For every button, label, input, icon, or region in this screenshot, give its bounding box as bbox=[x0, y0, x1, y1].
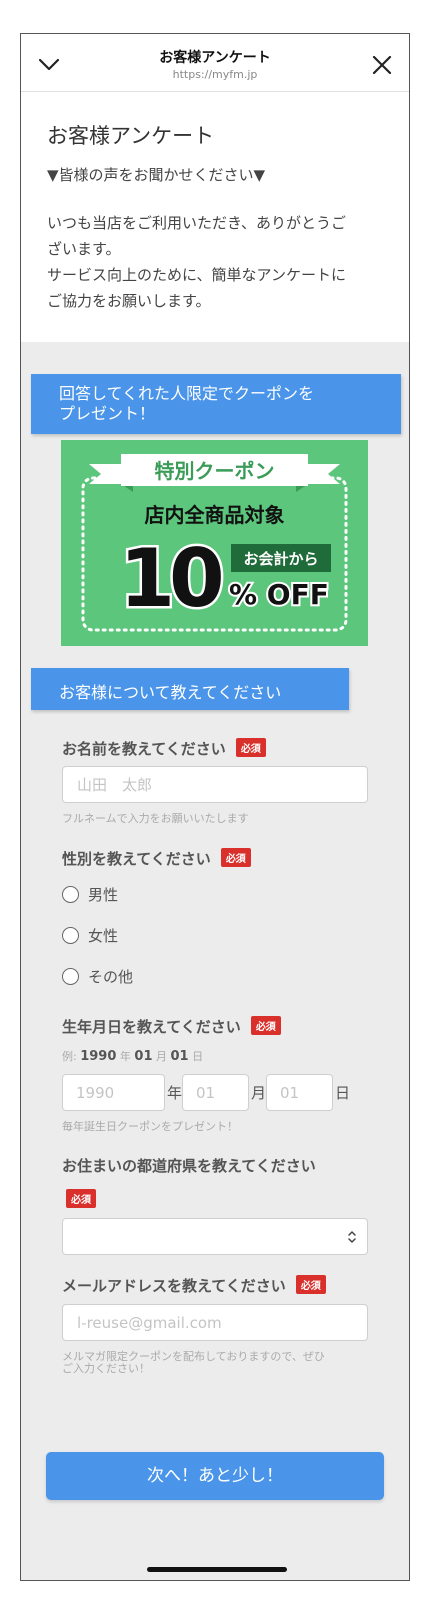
next-button[interactable]: 次へ！あと少し！ bbox=[46, 1452, 384, 1500]
coupon-ribbon-text: 特別クーポン bbox=[155, 459, 275, 483]
email-input[interactable] bbox=[62, 1304, 368, 1341]
birth-hint: 毎年誕生日クーポンをプレゼント！ bbox=[62, 1120, 238, 1133]
coupon-tag-text: お会計から bbox=[243, 550, 318, 568]
coupon-off-text: % OFF bbox=[229, 578, 329, 611]
example-year-unit: 年 bbox=[119, 1050, 131, 1063]
example-year: 1990 bbox=[80, 1049, 117, 1064]
name-question: お名前を教えてください 必須 bbox=[62, 738, 266, 759]
example-day: 01 bbox=[170, 1049, 189, 1064]
name-hint: フルネームで入力をお願いいたします bbox=[62, 812, 249, 825]
intro-line: ご協力をお願いします。 bbox=[47, 292, 211, 310]
birth-day-input[interactable] bbox=[266, 1074, 333, 1111]
coupon-banner: 回答してくれた人限定でクーポンを プレゼント！ bbox=[31, 374, 401, 434]
required-badge: 必須 bbox=[295, 1275, 326, 1294]
year-unit: 年 bbox=[167, 1084, 183, 1102]
required-badge: 必須 bbox=[250, 1016, 281, 1035]
birth-question: 生年月日を教えてください 必須 bbox=[62, 1016, 281, 1037]
select-arrows-icon bbox=[348, 1231, 356, 1243]
example-prefix: 例: bbox=[62, 1050, 77, 1063]
coupon-banner-line: プレゼント！ bbox=[59, 404, 156, 423]
browser-header: お客様アンケート https://myfm.jp bbox=[21, 34, 409, 92]
example-day-unit: 日 bbox=[192, 1050, 204, 1063]
intro-line: ざいます。 bbox=[47, 240, 121, 258]
coupon-target-text: 店内全商品対象 bbox=[145, 503, 285, 527]
coupon-image: 特別クーポン 店内全商品対象 10 お会計から % OFF bbox=[61, 440, 368, 646]
form-area: 回答してくれた人限定でクーポンを プレゼント！ 特別クーポン 店内全商品対象 1… bbox=[21, 342, 409, 1580]
email-question-label: メールアドレスを教えてください bbox=[62, 1277, 286, 1295]
email-hint: メルマガ限定クーポンを配布しておりますので、ぜひ ご入力ください！ bbox=[62, 1351, 372, 1375]
intro-section: お客様アンケート ▼皆様の声をお聞かせください▼ いつも当店をご利用いただき、あ… bbox=[21, 92, 409, 342]
page-title: お客様アンケート bbox=[47, 124, 215, 148]
phone-frame: お客様アンケート https://myfm.jp お客様アンケート ▼皆様の声を… bbox=[20, 33, 410, 1581]
required-badge: 必須 bbox=[235, 738, 266, 757]
prefecture-select[interactable] bbox=[62, 1218, 368, 1255]
email-hint-line: ご入力ください！ bbox=[62, 1362, 150, 1375]
gender-question: 性別を教えてください 必須 bbox=[62, 848, 251, 869]
birth-example: 例: 1990 年 01 月 01 日 bbox=[62, 1048, 203, 1064]
email-question: メールアドレスを教えてください 必須 bbox=[62, 1275, 326, 1296]
coupon-graphic: 特別クーポン 店内全商品対象 10 お会計から % OFF bbox=[61, 440, 368, 646]
required-badge: 必須 bbox=[220, 848, 251, 867]
radio-button[interactable] bbox=[62, 968, 79, 985]
gender-option-male[interactable]: 男性 bbox=[62, 884, 118, 905]
intro-line: いつも当店をご利用いただき、ありがとうご bbox=[47, 214, 346, 232]
example-month: 01 bbox=[134, 1049, 153, 1064]
day-unit: 日 bbox=[335, 1084, 351, 1102]
required-badge: 必須 bbox=[66, 1189, 96, 1208]
coupon-banner-line: 回答してくれた人限定でクーポンを bbox=[59, 384, 315, 403]
close-icon[interactable] bbox=[371, 54, 393, 76]
month-unit: 月 bbox=[251, 1084, 267, 1102]
radio-label: 男性 bbox=[88, 886, 119, 904]
page-subtitle: ▼皆様の声をお聞かせください▼ bbox=[47, 166, 266, 184]
radio-label: その他 bbox=[88, 968, 134, 986]
intro-line: サービス向上のために、簡単なアンケートに bbox=[47, 266, 346, 284]
browser-url: https://myfm.jp bbox=[172, 68, 258, 81]
gender-question-label: 性別を教えてください bbox=[62, 850, 211, 868]
gender-option-other[interactable]: その他 bbox=[62, 966, 133, 987]
radio-button[interactable] bbox=[62, 886, 79, 903]
name-question-label: お名前を教えてください bbox=[62, 740, 226, 758]
example-month-unit: 月 bbox=[156, 1050, 167, 1063]
prefecture-question-label: お住まいの都道府県を教えてください bbox=[62, 1157, 316, 1175]
section-banner: お客様について教えてください bbox=[31, 668, 349, 710]
birth-month-input[interactable] bbox=[182, 1074, 249, 1111]
birth-year-input[interactable] bbox=[62, 1074, 165, 1111]
gender-option-female[interactable]: 女性 bbox=[62, 925, 118, 946]
browser-title: お客様アンケート bbox=[159, 50, 271, 66]
home-indicator bbox=[147, 1567, 287, 1572]
name-input[interactable] bbox=[62, 766, 368, 803]
coupon-number: 10 bbox=[119, 532, 221, 625]
intro-text: いつも当店をご利用いただき、ありがとうご ざいます。 サービス向上のために、簡単… bbox=[47, 210, 387, 314]
radio-label: 女性 bbox=[88, 927, 119, 945]
radio-button[interactable] bbox=[62, 927, 79, 944]
birth-question-label: 生年月日を教えてください bbox=[62, 1018, 241, 1036]
